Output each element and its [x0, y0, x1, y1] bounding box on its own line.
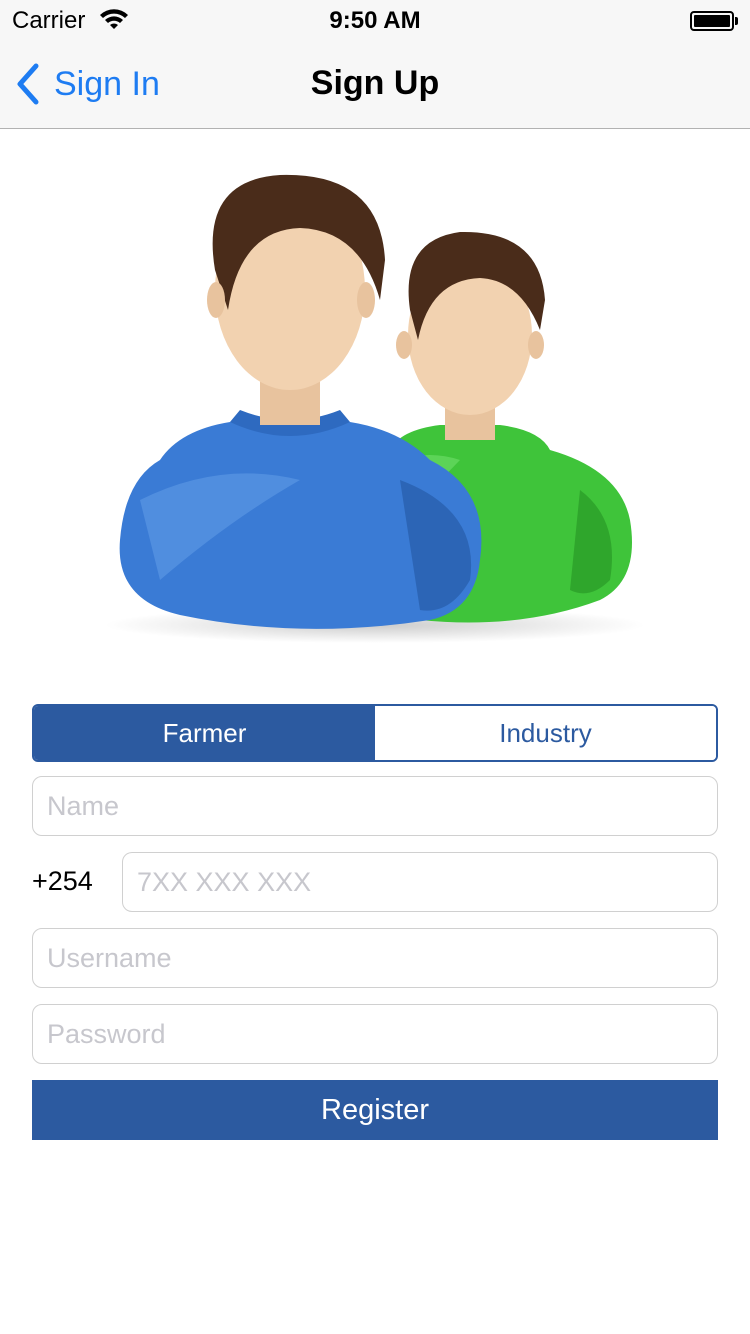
segment-industry[interactable]: Industry — [375, 706, 716, 760]
front-person — [119, 174, 482, 629]
phone-input[interactable] — [123, 853, 717, 911]
name-input[interactable] — [33, 777, 717, 835]
navigation-bar: Sign In Sign Up — [0, 40, 750, 129]
register-button[interactable]: Register — [32, 1080, 718, 1140]
users-icon — [105, 174, 645, 643]
phone-field-container — [122, 852, 718, 912]
battery-icon — [690, 11, 738, 31]
phone-prefix: +254 — [32, 866, 93, 896]
password-input[interactable] — [33, 1005, 717, 1063]
name-field-container — [32, 776, 718, 836]
account-type-segmented-control: Farmer Industry — [32, 704, 718, 762]
status-bar: Carrier 9:50 AM — [0, 0, 750, 40]
password-field-container — [32, 1004, 718, 1064]
clock: 9:50 AM — [329, 7, 421, 34]
segment-farmer[interactable]: Farmer — [34, 706, 375, 760]
username-input[interactable] — [33, 929, 717, 987]
page-title: Sign Up — [310, 64, 440, 102]
username-field-container — [32, 928, 718, 988]
